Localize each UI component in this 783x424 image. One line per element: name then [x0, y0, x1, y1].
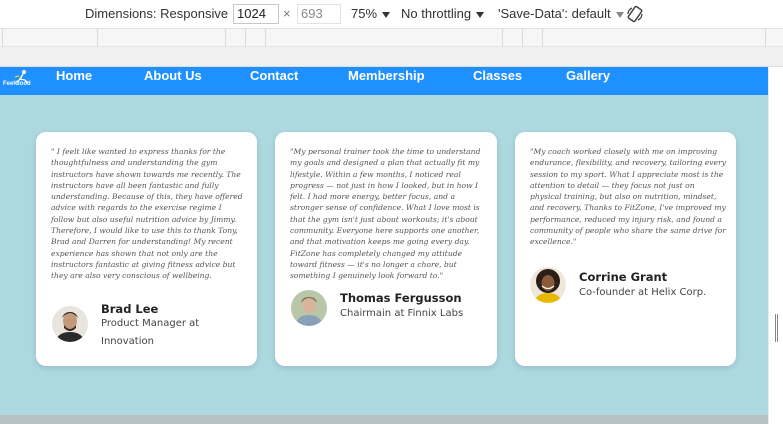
person-name: Thomas Fergusson [340, 291, 462, 305]
testimonial-quote: "My coach worked closely with me on impr… [530, 147, 726, 247]
logo-icon[interactable] [3, 68, 43, 92]
person-name: Corrine Grant [579, 270, 668, 284]
chevron-down-icon [382, 11, 391, 18]
height-input[interactable]: 693 [297, 4, 341, 24]
rotate-icon[interactable] [626, 5, 644, 23]
throttling-label: No throttling [401, 6, 472, 21]
person-role: Chairmain at Finnix Labs [340, 308, 464, 319]
avatar [52, 306, 88, 342]
dimensions-label: Dimensions: Responsive [85, 6, 229, 21]
nav-link-contact[interactable]: Contact [250, 68, 298, 83]
nav-link-about-us[interactable]: About Us [144, 68, 202, 83]
width-input[interactable]: 1024 [233, 4, 279, 24]
dimensions-dropdown[interactable]: Dimensions: Responsive [85, 6, 242, 21]
nav-link-membership[interactable]: Membership [348, 68, 425, 83]
avatar [291, 290, 327, 326]
ruler-tick [245, 29, 246, 47]
nav-link-classes[interactable]: Classes [473, 68, 522, 83]
chevron-down-icon [476, 11, 485, 18]
person-role: Product Manager at Innovation [101, 318, 200, 347]
avatar [530, 267, 566, 303]
viewport-resize-area [768, 67, 783, 424]
ruler-bar [0, 47, 783, 67]
logo-text: FeelGood [3, 81, 31, 87]
ruler-tick [765, 29, 766, 47]
person-role: Co-founder at Helix Corp. [579, 287, 707, 298]
zoom-label: 75% [351, 6, 378, 21]
throttling-dropdown[interactable]: No throttling [401, 6, 485, 21]
media-query-bars [0, 29, 783, 67]
ruler-tick [542, 29, 543, 47]
testimonial-card: "My coach worked closely with me on impr… [515, 132, 736, 366]
testimonial-quote: "My personal trainer took the time to un… [290, 147, 481, 281]
testimonial-card: "My personal trainer took the time to un… [275, 132, 497, 366]
person-name: Brad Lee [101, 302, 159, 316]
device-toolbar: Dimensions: Responsive 1024 × 693 75% No… [0, 0, 783, 29]
ruler-tick [522, 29, 523, 47]
ruler-tick [265, 29, 266, 47]
testimonial-quote: " I feelt like wanted to express thanks … [51, 147, 243, 281]
ruler-tick [502, 29, 503, 47]
nav-link-home[interactable]: Home [56, 68, 92, 83]
page-footer-edge [0, 415, 768, 424]
times-sign: × [283, 6, 291, 21]
zoom-dropdown[interactable]: 75% [351, 6, 391, 21]
ruler-tick [225, 29, 226, 47]
ruler-tick [2, 29, 3, 47]
ruler-tick [97, 29, 98, 47]
save-data-dropdown[interactable]: 'Save-Data': default [498, 6, 624, 21]
resize-handle[interactable] [775, 314, 778, 342]
navbar: FeelGood Home About Us Contact Membershi… [0, 67, 768, 95]
nav-link-gallery[interactable]: Gallery [566, 68, 610, 83]
save-data-label: 'Save-Data': default [498, 6, 611, 21]
emulated-viewport: FeelGood Home About Us Contact Membershi… [0, 67, 768, 424]
chevron-down-icon [615, 11, 624, 18]
media-query-bar[interactable] [0, 29, 783, 47]
testimonial-card: " I feelt like wanted to express thanks … [36, 132, 257, 366]
